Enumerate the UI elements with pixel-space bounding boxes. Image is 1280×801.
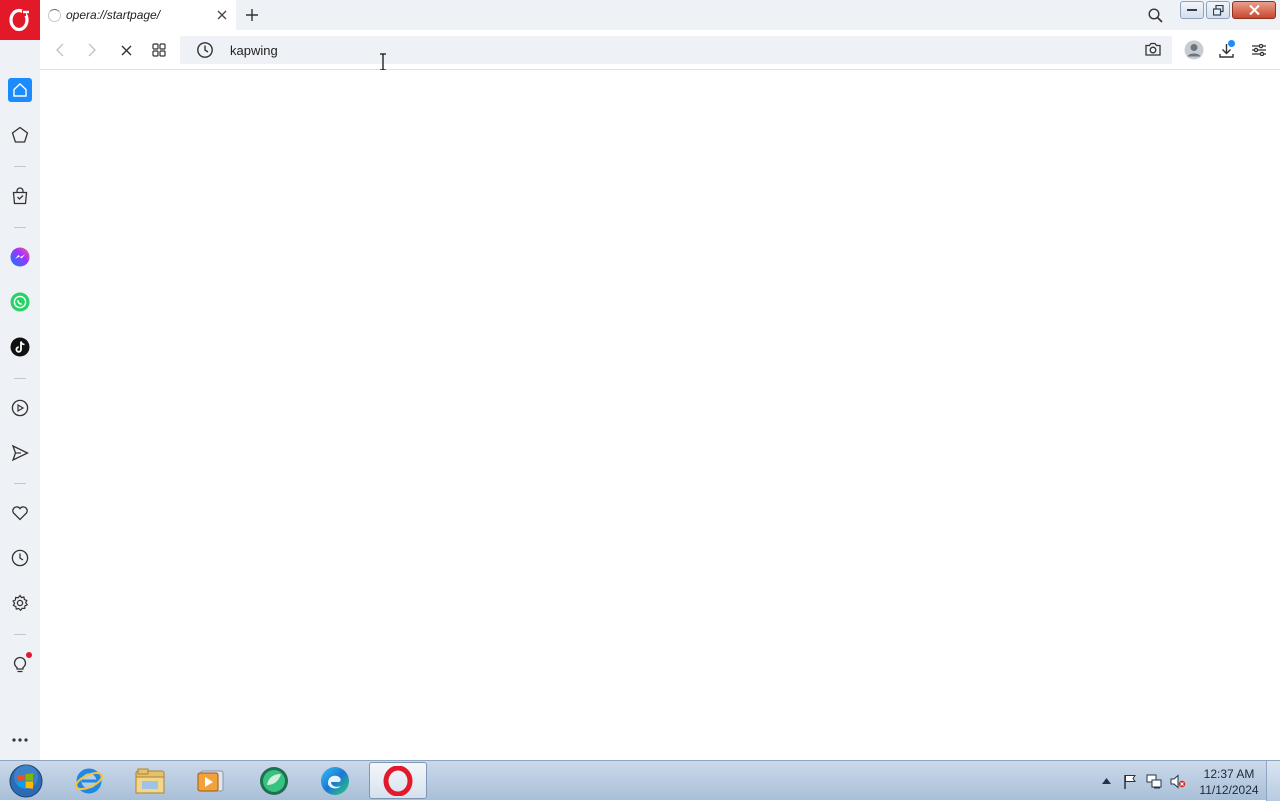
opera-logo-icon <box>9 8 29 32</box>
address-bar[interactable] <box>180 36 1172 64</box>
media-player-icon <box>197 770 224 791</box>
forward-icon[interactable] <box>82 40 102 60</box>
snapshot-camera-icon[interactable] <box>1144 40 1162 58</box>
taskbar-file-explorer[interactable] <box>121 762 179 799</box>
speed-dial-icon[interactable] <box>8 123 32 147</box>
home-icon[interactable] <box>8 78 32 102</box>
app-icon <box>260 766 288 795</box>
sidebar-divider <box>14 378 26 379</box>
back-icon[interactable] <box>50 40 70 60</box>
messenger-icon[interactable] <box>8 245 32 269</box>
sidebar-divider <box>14 227 26 228</box>
minimize-button[interactable] <box>1180 1 1204 19</box>
opera-menu-button[interactable] <box>0 0 40 40</box>
new-tab-button[interactable] <box>242 5 262 25</box>
network-icon[interactable] <box>1146 773 1162 789</box>
shopping-icon[interactable] <box>8 184 32 208</box>
notification-dot <box>26 652 32 658</box>
windows-logo-icon <box>9 764 43 798</box>
close-tab-icon[interactable] <box>212 5 232 25</box>
search-tabs-icon[interactable] <box>1145 5 1165 25</box>
address-input[interactable] <box>230 36 1130 64</box>
send-icon[interactable] <box>8 441 32 465</box>
browser-toolbar <box>40 30 1280 70</box>
start-button[interactable] <box>6 763 46 799</box>
tab-strip: opera://startpage/ <box>0 0 1280 30</box>
tab-grid-icon[interactable] <box>149 40 169 60</box>
text-cursor-icon <box>380 53 386 71</box>
show-hidden-icons-icon[interactable] <box>1098 773 1114 789</box>
taskbar-media-player[interactable] <box>182 762 240 799</box>
profile-avatar-icon[interactable] <box>1183 39 1205 61</box>
loading-spinner-icon <box>48 8 61 22</box>
downloads-icon[interactable] <box>1216 40 1236 60</box>
restore-button[interactable] <box>1206 1 1230 19</box>
sidebar-divider <box>14 634 26 635</box>
clock-date: 11/12/2024 <box>1199 783 1259 797</box>
sidebar-divider <box>14 483 26 484</box>
more-icon[interactable] <box>8 728 32 752</box>
easy-setup-icon[interactable] <box>1249 40 1269 60</box>
edge-icon <box>321 766 349 795</box>
taskbar-clock[interactable]: 12:37 AM 11/12/2024 <box>1196 766 1262 798</box>
tips-icon[interactable] <box>8 652 32 676</box>
history-clock-icon <box>196 41 214 59</box>
download-indicator-dot <box>1228 40 1235 47</box>
internet-explorer-icon <box>75 768 103 793</box>
tab-title: opera://startpage/ <box>66 8 161 22</box>
taskbar-internet-explorer[interactable] <box>60 762 118 799</box>
heart-icon[interactable] <box>8 501 32 525</box>
taskbar-opera[interactable] <box>369 762 427 799</box>
taskbar-edge[interactable] <box>306 762 364 799</box>
settings-icon[interactable] <box>8 591 32 615</box>
taskbar-app[interactable] <box>245 762 303 799</box>
taskbar: 12:37 AM 11/12/2024 <box>0 760 1280 801</box>
action-center-flag-icon[interactable] <box>1122 773 1138 789</box>
volume-muted-icon[interactable] <box>1170 773 1186 789</box>
clock-time: 12:37 AM <box>1203 767 1255 781</box>
file-explorer-icon <box>135 768 165 793</box>
player-icon[interactable] <box>8 396 32 420</box>
opera-icon <box>383 765 413 796</box>
whatsapp-icon[interactable] <box>8 290 32 314</box>
stop-loading-icon[interactable] <box>116 40 136 60</box>
sidebar <box>0 40 40 760</box>
tab-startpage[interactable]: opera://startpage/ <box>40 0 236 30</box>
close-window-button[interactable] <box>1232 1 1276 19</box>
sidebar-divider <box>14 166 26 167</box>
history-icon[interactable] <box>8 546 32 570</box>
tiktok-icon[interactable] <box>8 335 32 359</box>
show-desktop-button[interactable] <box>1266 761 1280 801</box>
page-content <box>40 70 1280 760</box>
